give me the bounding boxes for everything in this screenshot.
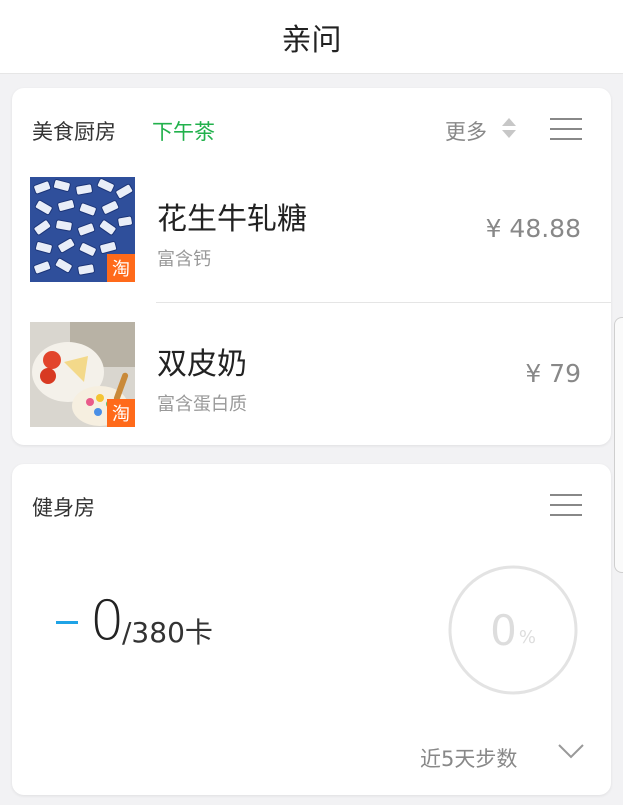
- recent-steps-label[interactable]: 近5天步数: [420, 743, 517, 773]
- page-title: 亲问: [281, 22, 342, 58]
- product-price: ¥ 48.88: [485, 214, 581, 243]
- goal-value: /380卡: [122, 616, 213, 649]
- list-item[interactable]: 淘 花生牛轧糖 富含钙 ¥ 48.88: [12, 174, 611, 302]
- product-image: 淘: [30, 177, 135, 282]
- afternoon-tea-tab[interactable]: 下午茶: [152, 116, 215, 146]
- gym-section-title: 健身房: [32, 496, 95, 520]
- current-value: 0: [90, 589, 125, 652]
- gym-card: 健身房 0 /380卡 0 % 近5天步数: [12, 464, 611, 795]
- progress-percent: 0: [490, 605, 517, 655]
- top-bar: 亲问: [0, 0, 623, 74]
- taobao-badge: 淘: [107, 399, 135, 427]
- product-price: ¥ 79: [525, 359, 581, 388]
- product-description: 富含钙: [157, 249, 211, 270]
- list-item[interactable]: 淘 双皮奶 富含蛋白质 ¥ 79: [12, 319, 611, 447]
- food-kitchen-card: 美食厨房 下午茶 更多 淘 花生牛轧糖 富含钙 ¥ 48.88 淘 双皮奶 富含…: [12, 88, 611, 445]
- dash-icon: [56, 621, 78, 624]
- food-card-header: 美食厨房 下午茶 更多: [12, 88, 611, 168]
- food-section-title: 美食厨房: [32, 120, 116, 144]
- more-button[interactable]: 更多: [445, 116, 487, 146]
- product-image: 淘: [30, 322, 135, 427]
- sort-icon[interactable]: [501, 118, 517, 140]
- chevron-down-icon[interactable]: [557, 742, 585, 760]
- menu-icon[interactable]: [550, 494, 582, 516]
- progress-ring: 0 %: [447, 564, 579, 696]
- product-description: 富含蛋白质: [157, 394, 247, 415]
- menu-icon[interactable]: [550, 118, 582, 140]
- product-name: 花生牛轧糖: [157, 202, 307, 237]
- divider: [156, 302, 611, 303]
- product-name: 双皮奶: [157, 347, 247, 382]
- percent-unit: %: [518, 626, 536, 648]
- taobao-badge: 淘: [107, 254, 135, 282]
- calorie-progress: 0 /380卡: [56, 589, 356, 659]
- side-drawer-handle[interactable]: [614, 317, 623, 573]
